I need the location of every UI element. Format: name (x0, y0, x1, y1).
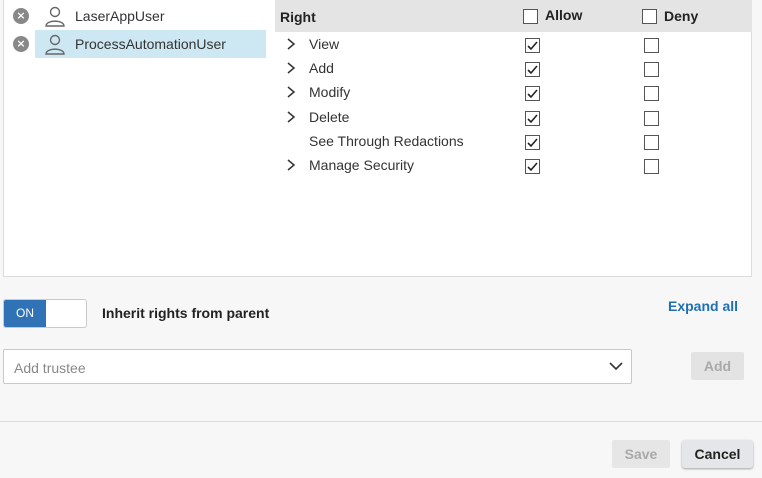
rights-header: Right Allow Deny (275, 0, 752, 32)
remove-trustee-icon[interactable]: × (13, 36, 29, 52)
deny-checkbox[interactable] (644, 159, 659, 174)
deny-all-checkbox[interactable] (642, 9, 657, 24)
save-button[interactable]: Save (612, 440, 670, 468)
allow-checkbox[interactable] (525, 86, 540, 101)
allow-checkbox[interactable] (525, 159, 540, 174)
trustee-item[interactable]: × ProcessAutomationUser (4, 30, 266, 58)
right-row: See Through Redactions (275, 130, 752, 154)
right-row: Add (275, 57, 752, 81)
trustee-row[interactable]: LaserAppUser (35, 2, 266, 30)
deny-checkbox[interactable] (644, 135, 659, 150)
trustee-name: LaserAppUser (75, 8, 165, 24)
column-header-deny: Deny (664, 8, 699, 24)
right-label: Add (309, 60, 334, 76)
chevron-right-icon[interactable] (286, 86, 296, 98)
deny-checkbox[interactable] (644, 86, 659, 101)
deny-checkbox[interactable] (644, 62, 659, 77)
right-label: See Through Redactions (309, 133, 464, 149)
checkmark-icon (527, 65, 538, 75)
checkmark-icon (527, 89, 538, 99)
column-header-right: Right (280, 9, 316, 25)
chevron-right-icon[interactable] (286, 159, 296, 171)
trustee-item[interactable]: × LaserAppUser (4, 2, 266, 30)
user-icon (45, 6, 65, 27)
add-trustee-button[interactable]: Add (691, 352, 744, 380)
trustee-name: ProcessAutomationUser (75, 36, 226, 52)
right-row: View (275, 33, 752, 57)
column-header-allow: Allow (545, 7, 583, 23)
rights-table: Right Allow Deny View Add Modify Delete See … (275, 0, 753, 277)
chevron-right-icon[interactable] (286, 111, 296, 123)
allow-checkbox[interactable] (525, 62, 540, 77)
expand-all-link[interactable]: Expand all (668, 298, 738, 314)
chevron-right-icon[interactable] (286, 62, 296, 74)
checkmark-icon (527, 114, 538, 124)
toggle-on-label: ON (4, 300, 46, 327)
deny-checkbox[interactable] (644, 38, 659, 53)
user-icon (45, 34, 65, 55)
right-row: Modify (275, 81, 752, 105)
cancel-button[interactable]: Cancel (682, 440, 753, 468)
footer-divider (0, 421, 762, 422)
allow-checkbox[interactable] (525, 38, 540, 53)
security-panel: × LaserAppUser × ProcessAutomationUser R… (3, 0, 752, 277)
checkmark-icon (527, 138, 538, 148)
inherit-rights-label: Inherit rights from parent (102, 305, 270, 321)
chevron-right-icon[interactable] (286, 38, 296, 50)
checkmark-icon (527, 41, 538, 51)
right-row: Manage Security (275, 154, 752, 178)
trustee-row-selected[interactable]: ProcessAutomationUser (35, 30, 266, 58)
right-label: Manage Security (309, 157, 415, 173)
right-label: View (309, 36, 340, 52)
right-label: Modify (309, 84, 351, 100)
chevron-down-icon[interactable] (609, 361, 623, 371)
allow-checkbox[interactable] (525, 135, 540, 150)
add-trustee-combobox[interactable] (3, 349, 632, 384)
checkmark-icon (527, 162, 538, 172)
deny-checkbox[interactable] (644, 111, 659, 126)
add-trustee-input[interactable] (12, 357, 596, 379)
trustee-list: × LaserAppUser × ProcessAutomationUser (4, 0, 270, 277)
inherit-toggle[interactable]: ON (3, 299, 87, 328)
allow-checkbox[interactable] (525, 111, 540, 126)
allow-all-checkbox[interactable] (523, 9, 538, 24)
right-label: Delete (309, 109, 350, 125)
remove-trustee-icon[interactable]: × (13, 8, 29, 24)
right-row: Delete (275, 106, 752, 130)
